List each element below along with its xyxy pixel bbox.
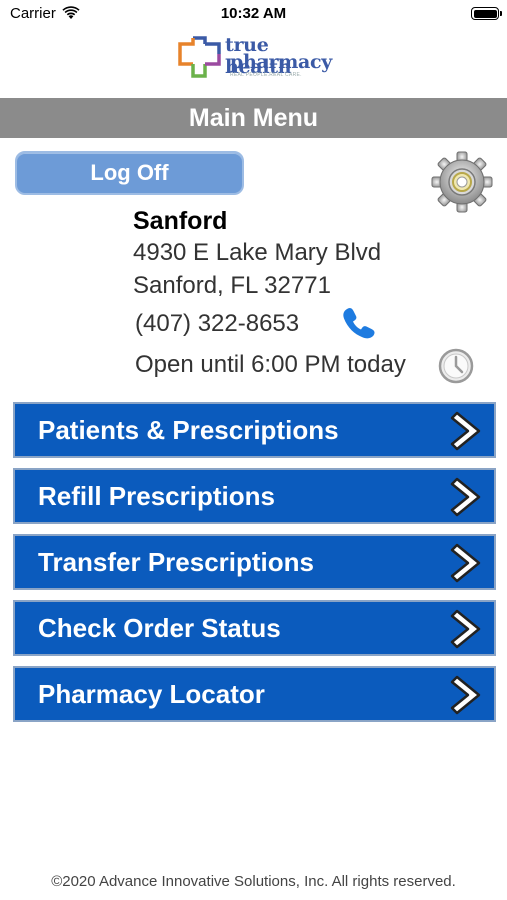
clock-icon xyxy=(438,348,474,384)
store-name: Sanford xyxy=(133,207,228,235)
menu-item-label: Refill Prescriptions xyxy=(38,481,275,511)
gear-icon[interactable] xyxy=(430,150,494,214)
menu-item-pharmacy-locator[interactable]: Pharmacy Locator xyxy=(13,666,496,722)
store-address-line1: 4930 E Lake Mary Blvd xyxy=(133,239,382,266)
page-title: Main Menu xyxy=(0,98,507,138)
chevron-right-icon xyxy=(450,477,481,517)
store-hours: Open until 6:00 PM today xyxy=(135,351,406,378)
menu-item-check-order-status[interactable]: Check Order Status xyxy=(13,600,496,656)
menu-item-transfer-prescriptions[interactable]: Transfer Prescriptions xyxy=(13,534,496,590)
chevron-right-icon xyxy=(450,675,481,715)
menu-item-label: Patients & Prescriptions xyxy=(38,415,339,445)
phone-icon[interactable] xyxy=(339,304,379,340)
clock-time: 10:32 AM xyxy=(220,5,287,22)
status-bar: Carrier 10:32 AM xyxy=(0,0,507,28)
menu-item-refill-prescriptions[interactable]: Refill Prescriptions xyxy=(13,468,496,524)
store-phone[interactable]: (407) 322-8653 xyxy=(135,310,299,338)
menu-item-label: Pharmacy Locator xyxy=(38,679,265,709)
logo-tagline: REAL PEOPLE.REAL CARE. xyxy=(230,72,302,78)
menu-item-patients-prescriptions[interactable]: Patients & Prescriptions xyxy=(13,402,496,458)
store-address-line2: Sanford, FL 32771 xyxy=(133,272,331,299)
cross-logo-icon xyxy=(178,36,221,78)
copyright-footer: ©2020 Advance Innovative Solutions, Inc.… xyxy=(51,873,456,890)
menu-item-label: Check Order Status xyxy=(38,613,281,643)
pharmacy-logo: true health pharmacy REAL PEOPLE.REAL CA… xyxy=(178,34,338,80)
chevron-right-icon xyxy=(450,609,481,649)
chevron-right-icon xyxy=(450,411,481,451)
chevron-right-icon xyxy=(450,543,481,583)
logo-text-line2: pharmacy xyxy=(230,51,333,73)
menu-item-label: Transfer Prescriptions xyxy=(38,547,314,577)
log-off-button[interactable]: Log Off xyxy=(15,151,244,195)
battery-icon xyxy=(471,7,502,20)
